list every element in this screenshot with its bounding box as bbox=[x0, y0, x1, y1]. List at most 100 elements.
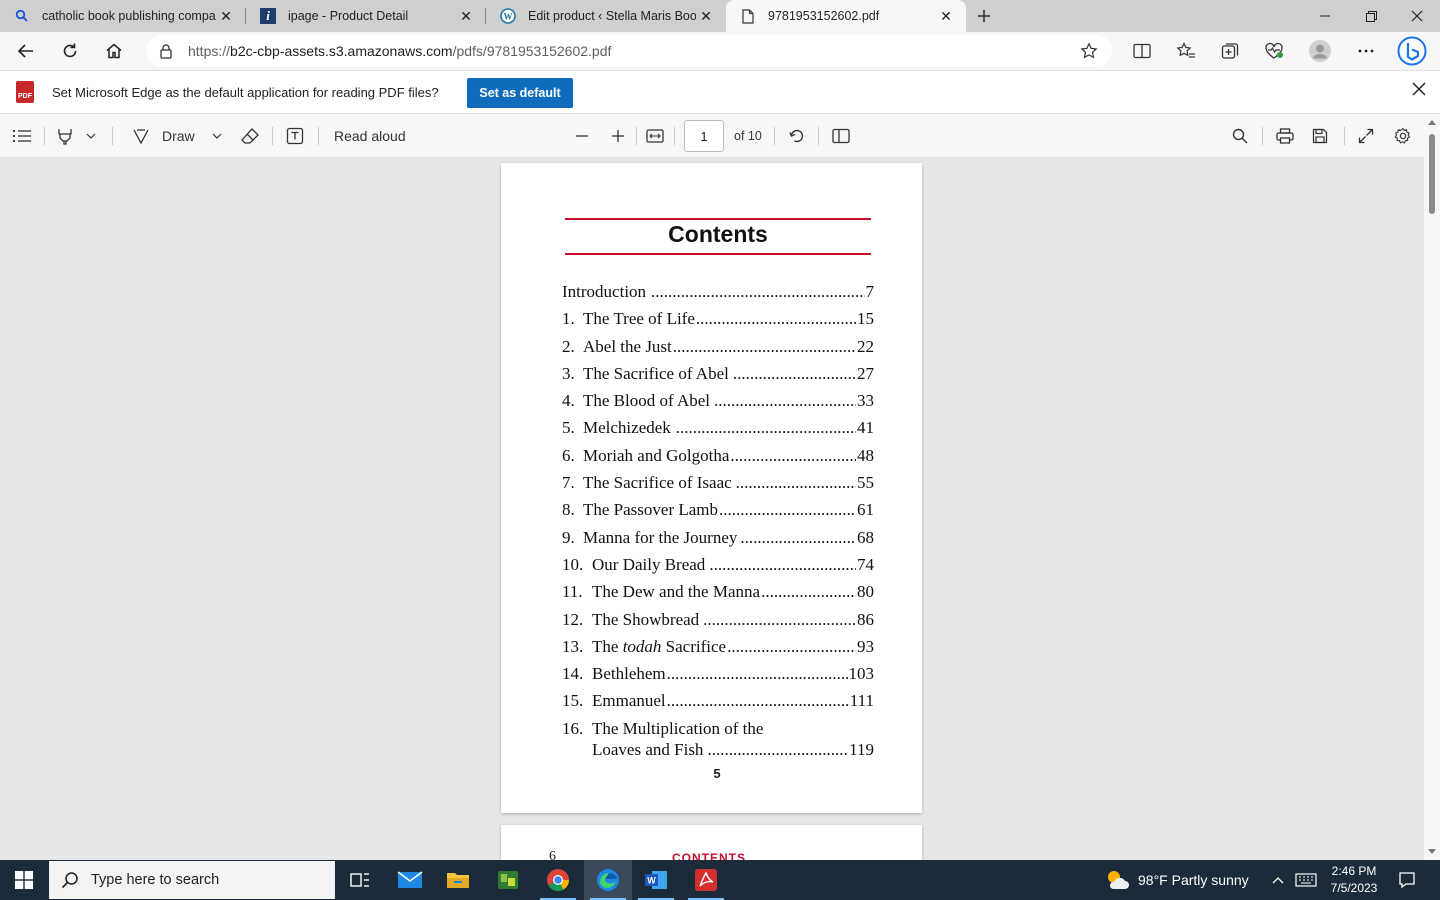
svg-text:W: W bbox=[504, 12, 513, 22]
save-button[interactable] bbox=[1312, 124, 1328, 148]
close-icon[interactable]: ✕ bbox=[216, 8, 236, 25]
toc-entry-continuation[interactable]: Loaves and Fish119 bbox=[562, 740, 874, 767]
tab-search[interactable]: catholic book publishing compan ✕ bbox=[0, 0, 246, 32]
split-screen-button[interactable] bbox=[1126, 35, 1158, 67]
page-view-button[interactable] bbox=[832, 124, 850, 148]
taskbar-mail-app[interactable] bbox=[386, 860, 434, 900]
close-window-button[interactable] bbox=[1394, 0, 1440, 32]
home-button[interactable] bbox=[96, 35, 132, 67]
toc-entry[interactable]: 5.Melchizedek41 bbox=[562, 418, 874, 445]
toc-entry[interactable]: 15.Emmanuel111 bbox=[562, 691, 874, 718]
back-arrow-icon bbox=[17, 44, 33, 58]
pdf-file-icon: PDF bbox=[16, 81, 34, 103]
chevron-down-icon bbox=[86, 133, 96, 139]
add-text-button[interactable] bbox=[286, 124, 304, 148]
toc-entry[interactable]: 9.Manna for the Journey68 bbox=[562, 528, 874, 555]
draw-options-dropdown[interactable] bbox=[212, 124, 222, 148]
toc-entry[interactable]: 16. The Multiplication of the bbox=[562, 719, 874, 740]
toc-entry[interactable]: 12.The Showbread86 bbox=[562, 610, 874, 637]
toc-entry[interactable]: 1.The Tree of Life15 bbox=[562, 309, 874, 336]
refresh-button[interactable] bbox=[52, 35, 88, 67]
zoom-in-button[interactable] bbox=[612, 124, 624, 148]
highlight-button[interactable] bbox=[56, 124, 74, 148]
taskbar-word-app[interactable]: W bbox=[632, 860, 680, 900]
browser-essentials-button[interactable] bbox=[1258, 35, 1290, 67]
weather-widget[interactable]: 98°F Partly sunny bbox=[1104, 860, 1249, 900]
tab-ipage[interactable]: i ipage - Product Detail ✕ bbox=[246, 0, 486, 32]
keyboard-tray-button[interactable] bbox=[1292, 860, 1320, 900]
clock-date: 7/5/2023 bbox=[1330, 881, 1378, 895]
toc-entry[interactable]: 6.Moriah and Golgotha48 bbox=[562, 446, 874, 473]
divider bbox=[112, 127, 113, 145]
toc-entry[interactable]: 8.The Passover Lamb61 bbox=[562, 500, 874, 527]
restore-button[interactable] bbox=[1348, 0, 1394, 32]
pdf-viewer[interactable]: Contents Introduction7 1.The Tree of Lif… bbox=[0, 158, 1440, 860]
contents-button[interactable] bbox=[12, 124, 32, 148]
highlight-options-dropdown[interactable] bbox=[86, 124, 96, 148]
toc-entry[interactable]: 13.The todah Sacrifice93 bbox=[562, 637, 874, 664]
settings-and-more-button[interactable] bbox=[1350, 35, 1382, 67]
collections-button[interactable] bbox=[1214, 35, 1246, 67]
taskbar-file-explorer[interactable] bbox=[434, 860, 482, 900]
taskbar-edge-app[interactable] bbox=[584, 860, 632, 900]
zoom-out-button[interactable] bbox=[576, 124, 588, 148]
toc-entry[interactable]: 4.The Blood of Abel33 bbox=[562, 391, 874, 418]
show-hidden-icons-button[interactable] bbox=[1268, 860, 1288, 900]
rotate-button[interactable] bbox=[788, 124, 806, 148]
cards-game-icon bbox=[498, 871, 518, 889]
scroll-thumb[interactable] bbox=[1429, 134, 1435, 214]
vertical-scrollbar[interactable] bbox=[1424, 116, 1440, 860]
task-view-button[interactable] bbox=[336, 860, 384, 900]
plus-icon bbox=[612, 130, 624, 142]
back-button[interactable] bbox=[8, 35, 44, 67]
favorites-button[interactable] bbox=[1170, 35, 1202, 67]
find-button[interactable] bbox=[1232, 124, 1248, 148]
toc-entry[interactable]: 2.Abel the Just22 bbox=[562, 337, 874, 364]
notifications-button[interactable] bbox=[1392, 860, 1422, 900]
close-icon[interactable] bbox=[1412, 82, 1426, 99]
toc-entry[interactable]: 11.The Dew and the Manna80 bbox=[562, 582, 874, 609]
fit-to-width-button[interactable] bbox=[646, 124, 664, 148]
taskbar-chrome-app[interactable] bbox=[534, 860, 582, 900]
clock-time: 2:46 PM bbox=[1331, 864, 1377, 878]
tab-pdf[interactable]: 9781953152602.pdf ✕ bbox=[726, 0, 966, 32]
pdf-settings-button[interactable] bbox=[1394, 124, 1412, 148]
lock-icon[interactable] bbox=[160, 43, 172, 59]
favorite-star-icon[interactable] bbox=[1080, 42, 1098, 63]
close-icon[interactable]: ✕ bbox=[696, 8, 716, 25]
address-bar[interactable]: https://b2c-cbp-assets.s3.amazonaws.com/… bbox=[146, 35, 1112, 67]
scroll-up-arrow-icon[interactable] bbox=[1428, 120, 1436, 125]
toc-entry[interactable]: 10.Our Daily Bread74 bbox=[562, 555, 874, 582]
print-button[interactable] bbox=[1276, 124, 1294, 148]
close-icon[interactable]: ✕ bbox=[456, 8, 476, 25]
mail-icon bbox=[397, 871, 423, 888]
tab-wordpress[interactable]: W Edit product ‹ Stella Maris Books ✕ bbox=[486, 0, 726, 32]
erase-button[interactable] bbox=[240, 124, 260, 148]
divider bbox=[1344, 127, 1345, 145]
read-aloud-button[interactable]: Read aloud bbox=[334, 124, 406, 148]
pdf-toolbar: Draw Read aloud 1 of 10 bbox=[0, 114, 1440, 158]
toc-entry[interactable]: Introduction7 bbox=[562, 282, 874, 309]
profile-button[interactable] bbox=[1304, 35, 1336, 67]
divider bbox=[318, 127, 319, 145]
scroll-down-arrow-icon[interactable] bbox=[1428, 849, 1436, 854]
taskbar-solitaire-app[interactable] bbox=[484, 860, 532, 900]
set-as-default-button[interactable]: Set as default bbox=[467, 78, 573, 108]
close-icon[interactable]: ✕ bbox=[936, 8, 956, 25]
taskbar-acrobat-app[interactable] bbox=[682, 860, 730, 900]
bing-copilot-button[interactable] bbox=[1396, 35, 1428, 67]
toc-entry[interactable]: 14.Bethlehem103 bbox=[562, 664, 874, 691]
taskbar-search-box[interactable]: Type here to search bbox=[49, 861, 335, 899]
minimize-button[interactable] bbox=[1302, 0, 1348, 32]
fullscreen-button[interactable] bbox=[1358, 124, 1374, 148]
acrobat-icon bbox=[695, 869, 717, 891]
chrome-icon bbox=[547, 869, 569, 891]
url-text[interactable]: https://b2c-cbp-assets.s3.amazonaws.com/… bbox=[188, 43, 611, 59]
toc-entry[interactable]: 3.The Sacrifice of Abel27 bbox=[562, 364, 874, 391]
draw-button[interactable]: Draw bbox=[132, 124, 195, 148]
system-clock[interactable]: 2:46 PM 7/5/2023 bbox=[1320, 863, 1388, 897]
page-number-input[interactable]: 1 bbox=[684, 120, 724, 152]
toc-entry[interactable]: 7.The Sacrifice of Isaac55 bbox=[562, 473, 874, 500]
start-button[interactable] bbox=[0, 860, 48, 900]
new-tab-button[interactable] bbox=[966, 0, 1002, 32]
